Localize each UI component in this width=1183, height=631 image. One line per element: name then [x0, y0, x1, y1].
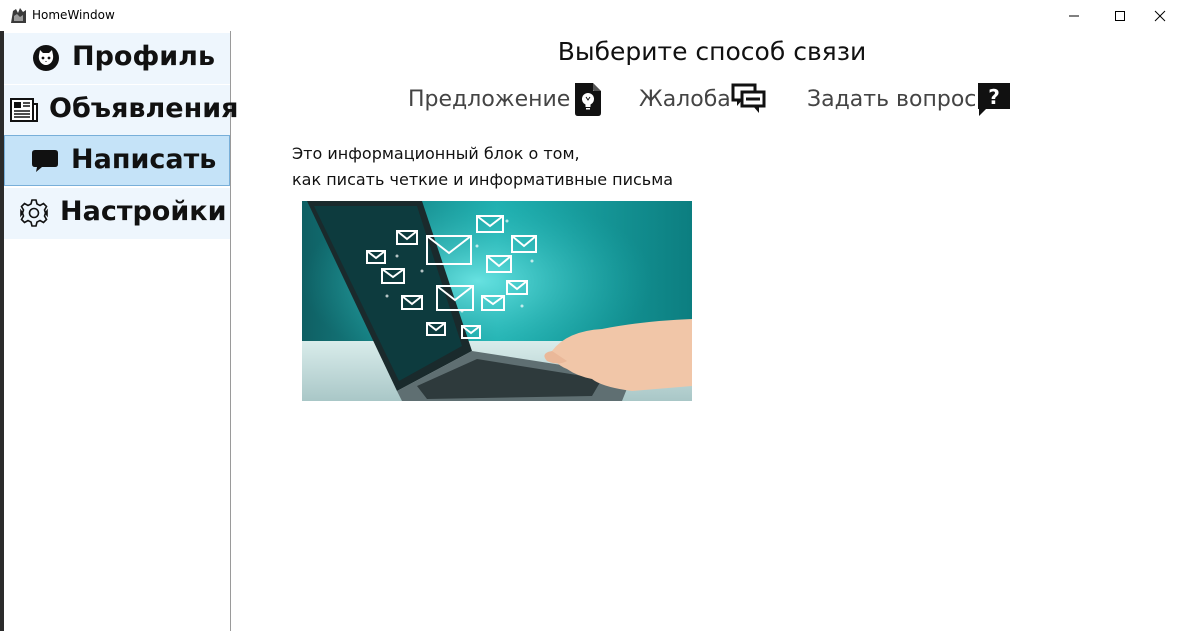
- close-button[interactable]: [1137, 0, 1183, 31]
- page-title: Выберите способ связи: [557, 37, 867, 66]
- sidebar-item-profile[interactable]: Профиль: [4, 33, 230, 84]
- sidebar-item-settings[interactable]: Настройки: [4, 188, 230, 239]
- speech-bubble-icon: [30, 146, 60, 176]
- sidebar-item-label: Написать: [71, 144, 217, 175]
- svg-text:?: ?: [989, 85, 1001, 109]
- laptop-email-illustration: [302, 201, 692, 401]
- question-bubble-icon: ?: [976, 79, 1012, 119]
- newspaper-icon: [9, 95, 39, 125]
- option-label: Жалоба: [639, 86, 731, 112]
- sidebar-item-label: Объявления: [49, 93, 239, 124]
- title-bar[interactable]: HomeWindow: [0, 0, 1183, 31]
- home-window: HomeWindow Профиль Объявления Написать Н…: [0, 0, 1183, 631]
- sidebar: Профиль Объявления Написать Настройки: [4, 31, 239, 631]
- lightbulb-document-icon: [570, 79, 606, 119]
- close-icon: [1154, 10, 1166, 21]
- minimize-button[interactable]: [1051, 0, 1097, 31]
- sidebar-item-label: Профиль: [72, 41, 216, 72]
- sidebar-item-label: Настройки: [60, 196, 227, 227]
- app-icon: [10, 7, 27, 24]
- chat-bubbles-icon: [731, 79, 767, 119]
- minimize-icon: [1069, 15, 1079, 16]
- sidebar-item-write[interactable]: Написать: [4, 135, 230, 186]
- sidebar-item-ads[interactable]: Объявления: [4, 85, 239, 136]
- window-title: HomeWindow: [32, 8, 115, 22]
- option-label: Задать вопрос: [807, 86, 977, 112]
- maximize-icon: [1115, 10, 1125, 21]
- info-line: Это информационный блок о том,: [292, 144, 580, 163]
- info-line: как писать четкие и информативные письма: [292, 170, 674, 189]
- gear-icon: [19, 198, 49, 228]
- info-block: Это информационный блок о том, как писат…: [292, 141, 673, 193]
- cat-face-icon: [31, 43, 61, 73]
- option-complaint[interactable]: Жалоба: [639, 79, 767, 119]
- option-suggestion[interactable]: Предложение: [408, 79, 606, 119]
- option-question[interactable]: Задать вопрос ?: [807, 79, 1012, 119]
- main-content: Выберите способ связи Предложение Жалоба: [232, 31, 1183, 631]
- option-label: Предложение: [408, 86, 571, 112]
